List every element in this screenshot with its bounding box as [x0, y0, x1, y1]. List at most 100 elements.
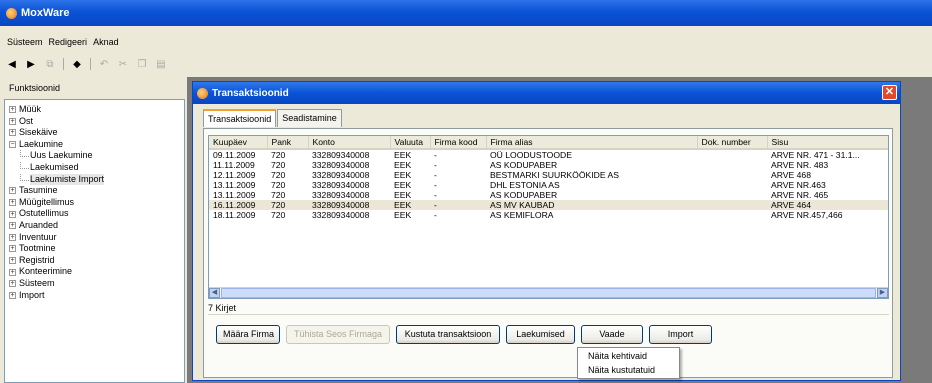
functions-header: Funktsioonid	[9, 83, 61, 93]
expand-icon[interactable]: +	[9, 106, 16, 114]
tab-seadistamine[interactable]: Seadistamine	[277, 109, 342, 127]
toolbar-divider	[90, 58, 91, 70]
tree-item[interactable]: + Konteerimine	[9, 266, 184, 278]
expand-icon[interactable]: +	[9, 210, 16, 218]
table-cell: 332809340008	[312, 180, 370, 190]
table-row[interactable]: 13.11.2009 720 332809340008 EEK - DHL ESTONIA…	[209, 180, 888, 190]
table-cell: ARVE NR.457,466	[771, 210, 843, 220]
tree-item[interactable]: − Laekumine	[9, 139, 184, 151]
functions-tree: + Müük + Ost + Sisekäive − Laekumine Uus Laekumi…	[4, 99, 185, 383]
expand-icon[interactable]: +	[9, 117, 16, 125]
tree-item[interactable]: + Sisekäive	[9, 127, 184, 139]
expand-icon[interactable]: +	[9, 280, 16, 288]
tree-item[interactable]: + Ost	[9, 116, 184, 128]
view-dropdown-menu: Näita kehtivaid Näita kustutatuid	[577, 347, 680, 379]
forward-icon[interactable]: ▶	[25, 59, 37, 70]
tree-item[interactable]: + Müük	[9, 104, 184, 116]
window-title-bar[interactable]: Transaktsioonid ✕	[193, 82, 900, 104]
action-buttons: Määra Firma Tühista Seos Firmaga Kustuta…	[216, 325, 712, 344]
menu-item-aknad[interactable]: Aknad	[93, 37, 119, 51]
tree-item[interactable]: + Aruanded	[9, 220, 184, 232]
table-cell: 720	[271, 170, 286, 180]
expand-icon[interactable]: +	[9, 187, 16, 195]
expand-icon[interactable]: +	[9, 291, 16, 299]
table-cell: BESTMARKI SUURKÖÖKIDE AS	[490, 170, 619, 180]
expand-icon[interactable]: +	[9, 245, 16, 253]
horizontal-scrollbar[interactable]: ◀ ▶	[209, 287, 888, 298]
scrollbar-thumb[interactable]	[221, 288, 876, 298]
receipts-button[interactable]: Laekumised	[506, 325, 575, 344]
tab-transaktsioonid[interactable]: Transaktsioonid	[203, 109, 277, 127]
col-header-konto[interactable]: Konto	[308, 136, 391, 150]
table-cell: ARVE NR. 465	[771, 190, 829, 200]
menu-item-susteem[interactable]: Süsteem	[7, 37, 43, 51]
table-cell	[697, 149, 767, 160]
col-header-sisu[interactable]: Sisu	[767, 136, 888, 150]
menu-item-show-valid[interactable]: Näita kehtivaid	[578, 349, 679, 363]
col-header-valuuta[interactable]: Valuuta	[390, 136, 431, 150]
copy-icon[interactable]: ❐	[136, 59, 148, 70]
table-cell: 720	[271, 190, 286, 200]
table-row[interactable]: 13.11.2009 720 332809340008 EEK - AS KODUPABE…	[209, 190, 888, 200]
delete-transaction-button[interactable]: Kustuta transaktsioon	[396, 325, 500, 344]
tree-item[interactable]: + Import	[9, 290, 184, 302]
table-cell: 720	[271, 160, 286, 170]
tree-item[interactable]: + Tasumine	[9, 185, 184, 197]
tree-item[interactable]: Uus Laekumine	[9, 150, 184, 162]
cut-icon[interactable]: ✂	[117, 59, 129, 70]
table-row[interactable]: 09.11.2009 720 332809340008 EEK - OÜ LOODUSTO…	[209, 149, 888, 160]
col-header-kuupaev[interactable]: Kuupäev	[209, 136, 268, 150]
tree-item-label: Uus Laekumine	[30, 150, 93, 161]
close-button[interactable]: ✕	[882, 85, 897, 100]
tree-item[interactable]: Laekumised	[9, 161, 184, 174]
tree-item[interactable]: + Registrid	[9, 255, 184, 267]
table-row[interactable]: 12.11.2009 720 332809340008 EEK - BESTMARKI S…	[209, 170, 888, 180]
table-cell: 332809340008	[312, 190, 370, 200]
scroll-left-icon[interactable]: ◀	[209, 288, 220, 298]
menu-item-show-deleted[interactable]: Näita kustutatuid	[578, 363, 679, 377]
table-cell: 332809340008	[312, 170, 370, 180]
tree-item[interactable]: + Ostutellimus	[9, 208, 184, 220]
table-row[interactable]: 11.11.2009 720 332809340008 EEK - AS KODUPABE…	[209, 160, 888, 170]
view-button[interactable]: Vaade	[581, 325, 643, 344]
table-cell: 13.11.2009	[213, 180, 256, 190]
col-header-firma-alias[interactable]: Firma alias	[486, 136, 698, 150]
table-cell: -	[434, 160, 437, 170]
expand-icon[interactable]: +	[9, 199, 16, 207]
tree-item[interactable]: + Tootmine	[9, 243, 184, 255]
table-row[interactable]: 18.11.2009 720 332809340008 EEK - AS KEMIFLOR…	[209, 210, 888, 220]
scroll-right-icon[interactable]: ▶	[877, 288, 888, 298]
toolbar-divider	[63, 58, 64, 70]
expand-icon[interactable]: +	[9, 222, 16, 230]
col-header-pank[interactable]: Pank	[267, 136, 309, 150]
table-cell	[697, 200, 767, 210]
expand-icon[interactable]: +	[9, 257, 16, 265]
new-window-icon[interactable]: ⧉	[44, 59, 56, 70]
undo-icon[interactable]: ↶	[98, 59, 110, 70]
col-header-firma-kood[interactable]: Firma kood	[430, 136, 487, 150]
tree-item[interactable]: + Inventuur	[9, 232, 184, 244]
col-header-dok-number[interactable]: Dok. number	[697, 136, 768, 150]
table-row[interactable]: 16.11.2009 720 332809340008 EEK - AS MV KAUBA…	[209, 200, 888, 210]
table-cell	[697, 170, 767, 180]
collapse-icon[interactable]: −	[9, 141, 16, 149]
paste-icon[interactable]: ▤	[155, 59, 167, 70]
cancel-company-link-button[interactable]: Tühista Seos Firmaga	[286, 325, 390, 344]
import-button[interactable]: Import	[649, 325, 712, 344]
tree-item[interactable]: + Süsteem	[9, 278, 184, 290]
table-cell: -	[434, 170, 437, 180]
tree-item[interactable]: + Müügitellimus	[9, 197, 184, 209]
expand-icon[interactable]: +	[9, 268, 16, 276]
swap-icon[interactable]: ◆	[71, 59, 83, 70]
tab-strip: Transaktsioonid Seadistamine	[203, 109, 343, 127]
expand-icon[interactable]: +	[9, 233, 16, 241]
expand-icon[interactable]: +	[9, 129, 16, 137]
table-cell: -	[434, 210, 437, 220]
transactions-window: Transaktsioonid ✕ Transaktsioonid Seadis…	[192, 81, 901, 381]
menu-item-redigeeri[interactable]: Redigeeri	[49, 37, 88, 51]
back-icon[interactable]: ◀	[6, 59, 18, 70]
assign-company-button[interactable]: Määra Firma	[216, 325, 280, 344]
tree-item[interactable]: Laekumiste Import	[9, 173, 184, 186]
table-cell: EEK	[394, 210, 412, 220]
tree-item-label: Süsteem	[19, 277, 55, 288]
